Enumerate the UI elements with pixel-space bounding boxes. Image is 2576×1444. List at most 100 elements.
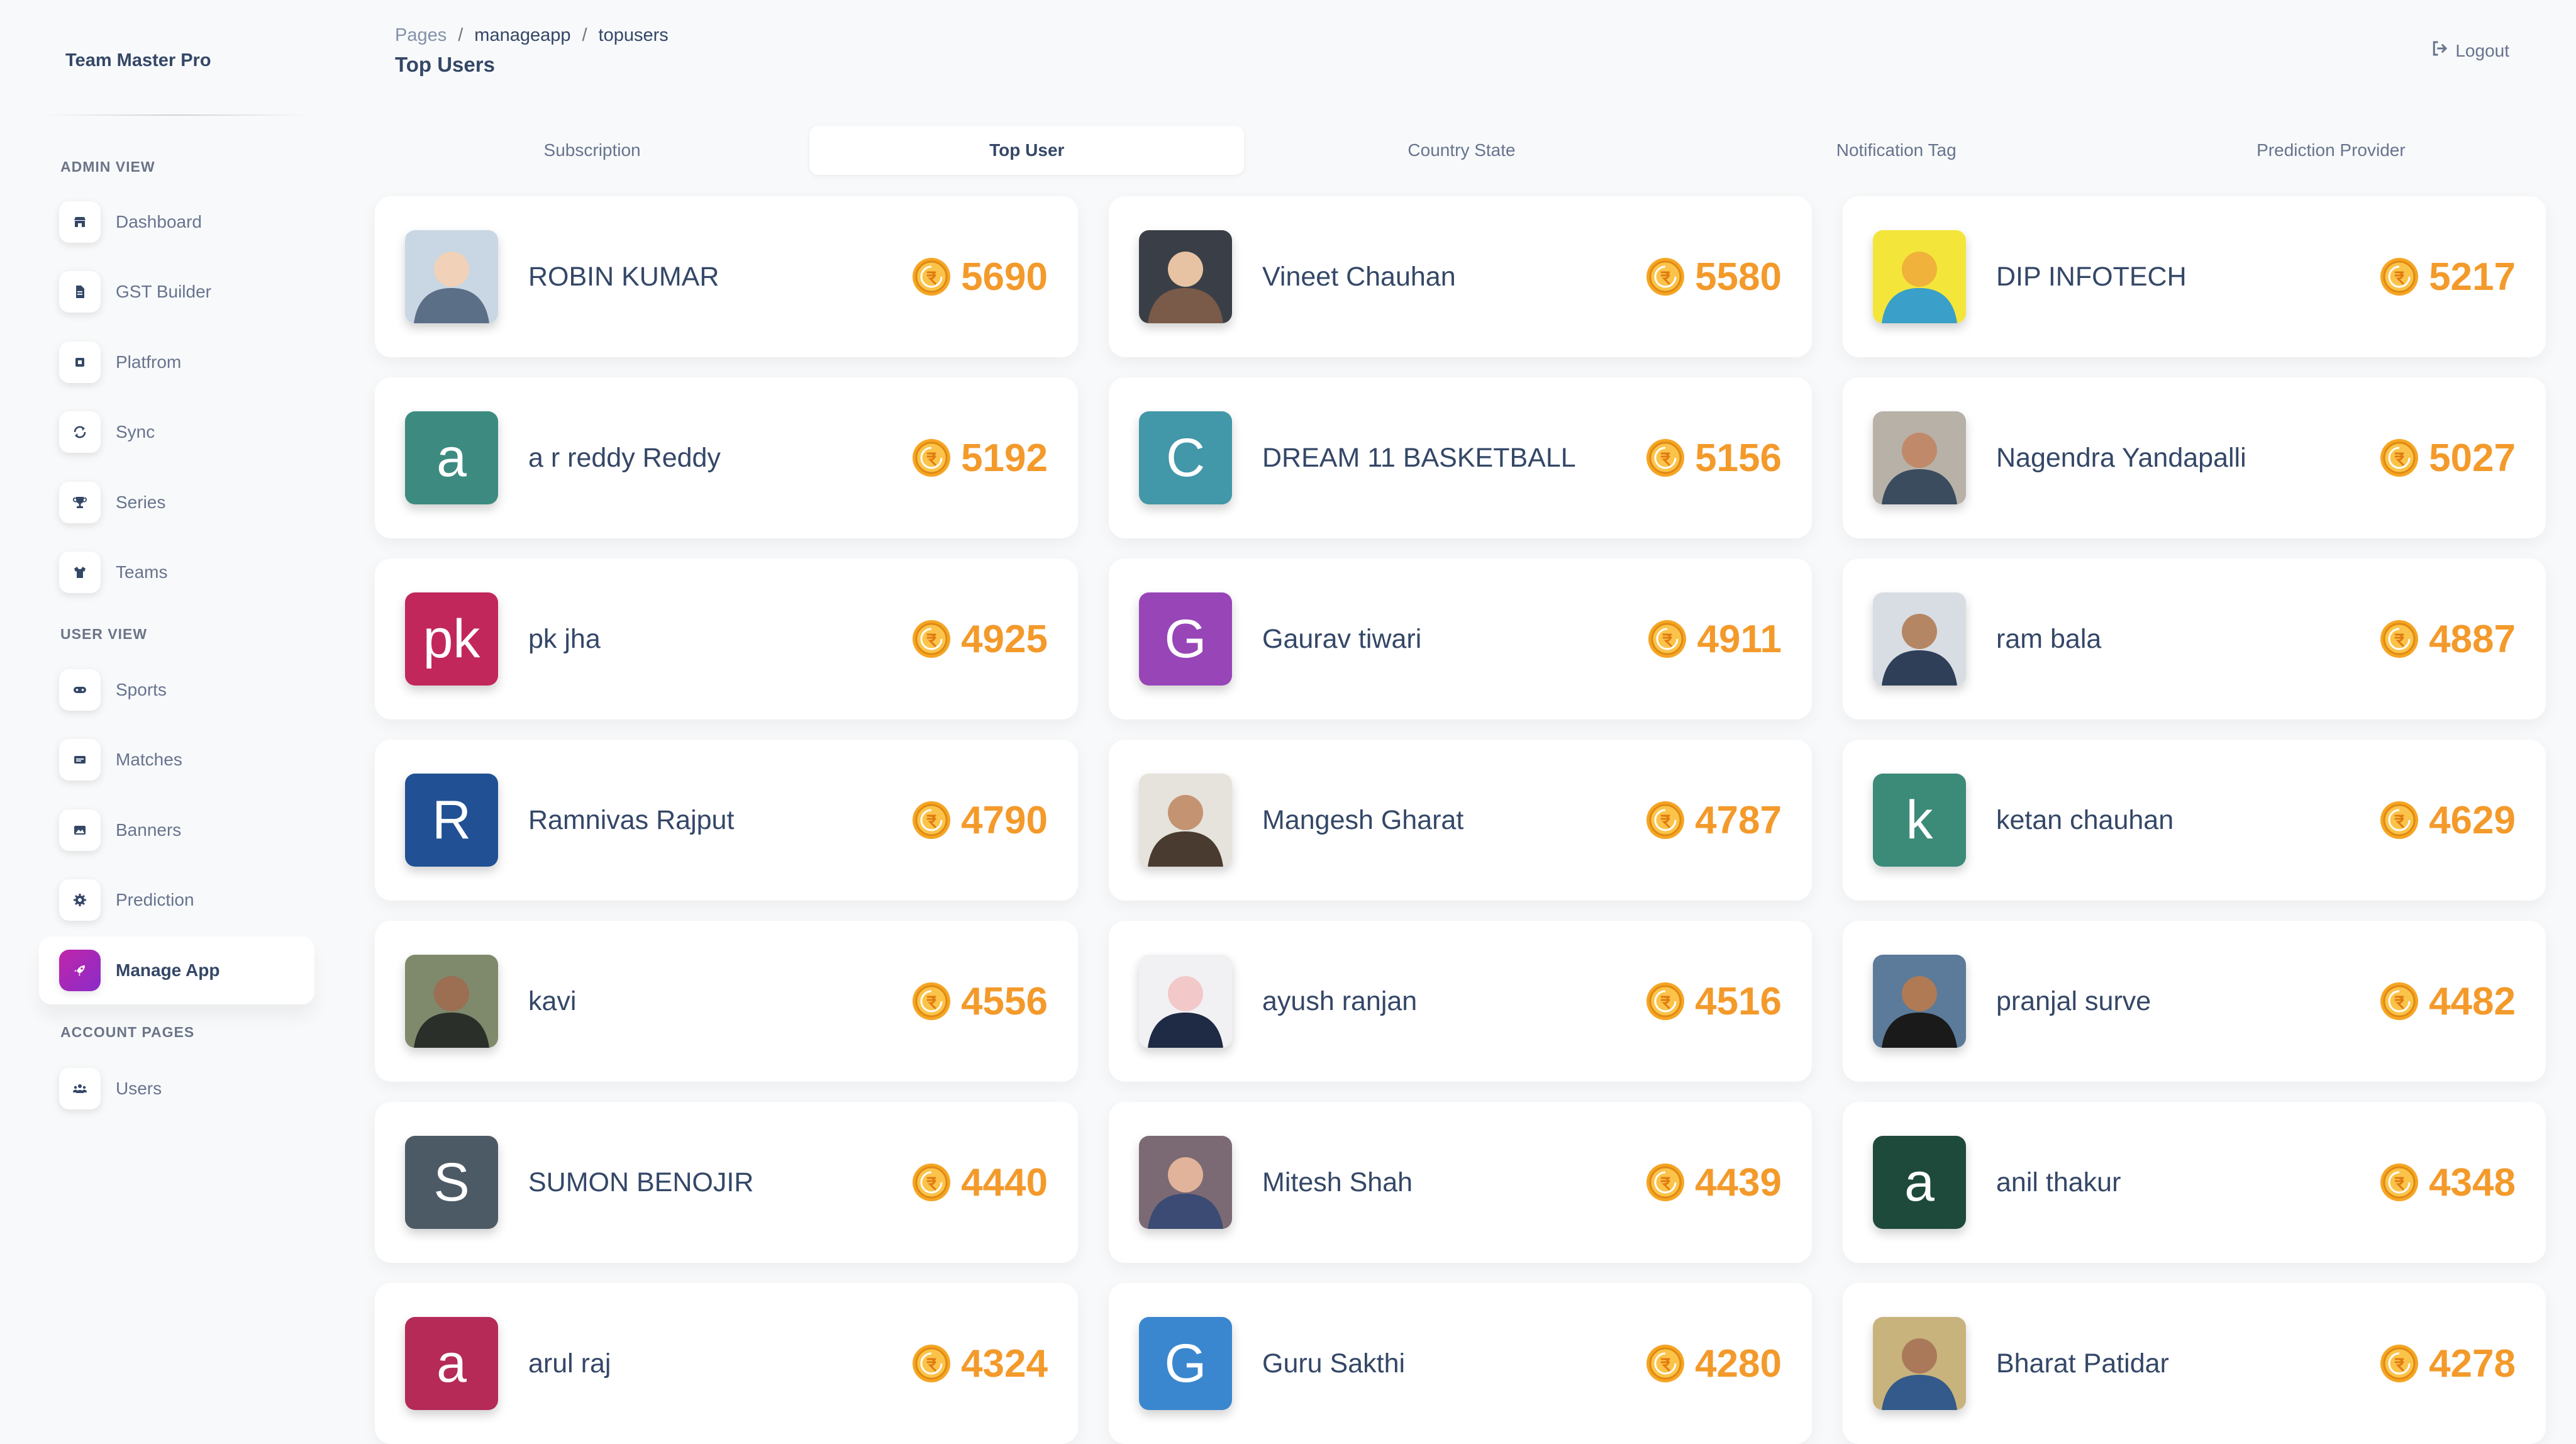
coin-icon	[2379, 256, 2420, 297]
user-score: 4629	[2379, 798, 2516, 843]
score-value: 4516	[1695, 979, 1782, 1023]
sidebar-item-banners[interactable]: Banners	[39, 796, 314, 864]
sidebar-item-label: Teams	[116, 562, 168, 582]
score-value: 4629	[2429, 798, 2516, 842]
user-score: 5027	[2379, 436, 2516, 480]
gear-icon	[59, 879, 101, 921]
tab-subscription[interactable]: Subscription	[375, 126, 809, 175]
sync-icon	[59, 411, 101, 453]
breadcrumb-item[interactable]: Pages	[395, 25, 447, 46]
avatar: G	[1139, 592, 1232, 686]
sidebar-item-teams[interactable]: Teams	[39, 538, 314, 606]
tab-country-state[interactable]: Country State	[1244, 126, 1679, 175]
user-card[interactable]: Mangesh Gharat 4787	[1109, 740, 1812, 901]
user-name: Vineet Chauhan	[1262, 261, 1456, 292]
user-name: ketan chauhan	[1996, 804, 2174, 835]
tab-notification-tag[interactable]: Notification Tag	[1679, 126, 2114, 175]
coin-icon	[911, 618, 952, 660]
user-score: 5156	[1645, 436, 1782, 480]
user-card[interactable]: a anil thakur 4348	[1843, 1102, 2546, 1263]
user-card[interactable]: ROBIN KUMAR 5690	[375, 196, 1078, 357]
coin-icon	[911, 1162, 952, 1203]
user-name: pranjal surve	[1996, 986, 2151, 1016]
score-value: 4925	[961, 617, 1048, 661]
coin-icon	[2379, 799, 2420, 841]
user-card[interactable]: k ketan chauhan 4629	[1843, 740, 2546, 901]
user-card[interactable]: Vineet Chauhan 5580	[1109, 196, 1812, 357]
coin-icon	[911, 1343, 952, 1384]
coin-icon	[911, 437, 952, 479]
score-value: 4280	[1695, 1341, 1782, 1386]
breadcrumb-separator: /	[458, 25, 464, 45]
logout-button[interactable]: Logout	[2430, 39, 2509, 62]
avatar	[405, 230, 498, 323]
sidebar-item-sports[interactable]: Sports	[39, 656, 314, 724]
user-card[interactable]: R Ramnivas Rajput 4790	[375, 740, 1078, 901]
users-icon	[59, 1068, 101, 1109]
user-card[interactable]: a arul raj 4324	[375, 1283, 1078, 1444]
chip-icon	[59, 342, 101, 383]
avatar: a	[405, 1317, 498, 1410]
user-card[interactable]: G Gaurav tiwari 4911	[1109, 558, 1812, 719]
avatar: a	[1873, 1136, 1966, 1229]
sidebar-item-label: GST Builder	[116, 282, 211, 301]
user-score: 4516	[1645, 979, 1782, 1024]
tab-prediction-provider[interactable]: Prediction Provider	[2114, 126, 2548, 175]
sidebar: Team Master Pro ADMIN VIEW Dashboard GST…	[0, 0, 340, 1441]
user-name: anil thakur	[1996, 1167, 2121, 1197]
shirt-icon	[59, 552, 101, 593]
avatar: C	[1139, 411, 1232, 504]
coin-icon	[2379, 437, 2420, 479]
user-score: 5217	[2379, 255, 2516, 299]
user-name: Gaurav tiwari	[1262, 623, 1422, 654]
top-users-grid: ROBIN KUMAR 5690 Vineet Chauhan 5580 DIP INF…	[375, 196, 2548, 1444]
sidebar-item-series[interactable]: Series	[39, 469, 314, 536]
brand-name[interactable]: Team Master Pro	[65, 50, 211, 71]
user-card[interactable]: C DREAM 11 BASKETBALL 5156	[1109, 377, 1812, 538]
user-card[interactable]: Nagendra Yandapalli 5027	[1843, 377, 2546, 538]
user-name: Nagendra Yandapalli	[1996, 442, 2246, 473]
user-card[interactable]: G Guru Sakthi 4280	[1109, 1283, 1812, 1444]
ticket-icon	[59, 739, 101, 780]
sidebar-item-sync[interactable]: Sync	[39, 398, 314, 466]
user-card[interactable]: ayush ranjan 4516	[1109, 921, 1812, 1082]
user-score: 4925	[911, 617, 1048, 662]
user-card[interactable]: Mitesh Shah 4439	[1109, 1102, 1812, 1263]
tab-top-user[interactable]: Top User	[809, 126, 1245, 175]
user-card[interactable]: S SUMON BENOJIR 4440	[375, 1102, 1078, 1263]
sidebar-item-dashboard[interactable]: Dashboard	[39, 188, 314, 256]
user-score: 4887	[2379, 617, 2516, 662]
user-card[interactable]: Bharat Patidar 4278	[1843, 1283, 2546, 1444]
score-value: 4439	[1695, 1160, 1782, 1204]
user-card[interactable]: kavi 4556	[375, 921, 1078, 1082]
avatar: S	[405, 1136, 498, 1229]
sidebar-item-matches[interactable]: Matches	[39, 726, 314, 794]
score-value: 4482	[2429, 979, 2516, 1023]
score-value: 5027	[2429, 436, 2516, 480]
sidebar-item-gst-builder[interactable]: GST Builder	[39, 258, 314, 326]
sidebar-item-platfrom[interactable]: Platfrom	[39, 328, 314, 396]
coin-icon	[1645, 256, 1686, 297]
avatar	[1873, 955, 1966, 1048]
coin-icon	[1645, 1343, 1686, 1384]
brand-divider	[44, 114, 308, 116]
breadcrumb-item[interactable]: manageapp	[474, 25, 570, 46]
user-name: Ramnivas Rajput	[528, 804, 735, 835]
user-card[interactable]: pk pk jha 4925	[375, 558, 1078, 719]
user-score: 4439	[1645, 1160, 1782, 1205]
avatar	[1873, 230, 1966, 323]
sidebar-item-users[interactable]: Users	[39, 1055, 314, 1123]
section-admin-view: ADMIN VIEW	[60, 158, 155, 175]
user-name: DIP INFOTECH	[1996, 261, 2187, 292]
user-card[interactable]: DIP INFOTECH 5217	[1843, 196, 2546, 357]
coin-icon	[911, 799, 952, 841]
user-name: SUMON BENOJIR	[528, 1167, 754, 1197]
user-card[interactable]: pranjal surve 4482	[1843, 921, 2546, 1082]
user-card[interactable]: a a r reddy Reddy 5192	[375, 377, 1078, 538]
sidebar-item-prediction[interactable]: Prediction	[39, 866, 314, 934]
user-score: 4556	[911, 979, 1048, 1024]
user-name: Mangesh Gharat	[1262, 804, 1464, 835]
sidebar-item-label: Sync	[116, 422, 155, 442]
user-card[interactable]: ram bala 4887	[1843, 558, 2546, 719]
sidebar-item-manage-app[interactable]: Manage App	[39, 936, 314, 1004]
